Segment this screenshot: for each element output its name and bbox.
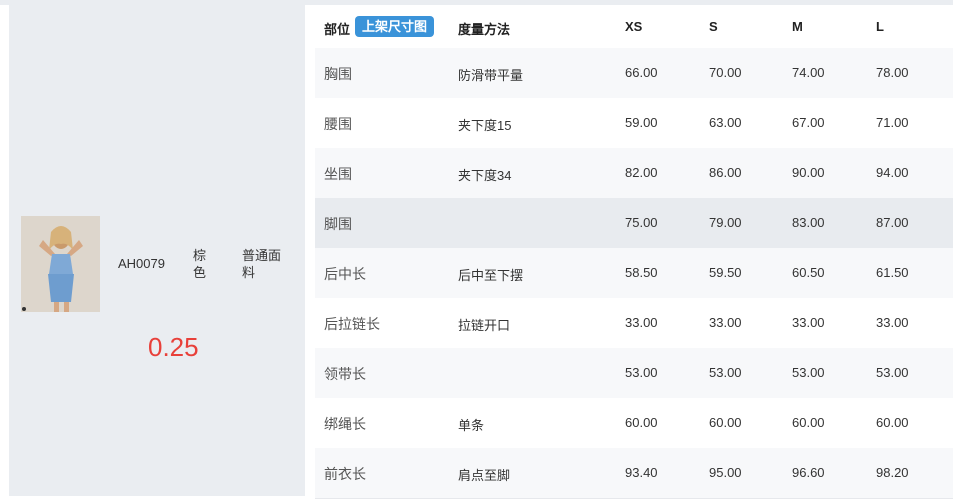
row-l: 94.00 [876,165,909,180]
header-xs: XS [625,19,643,34]
header-l: L [876,19,884,34]
row-m: 33.00 [792,315,825,330]
row-method: 肩点至脚 [458,468,511,483]
fabric-label: 普通面料 [242,248,282,280]
photo-indicator-dot [22,307,26,311]
row-part: 脚围 [324,216,352,232]
table-row: 脚围 75.00 79.00 83.00 87.00 [315,198,953,249]
color-label: 棕色 [193,248,207,280]
row-xs: 58.50 [625,265,658,280]
row-xs: 33.00 [625,315,658,330]
row-part: 腰围 [324,116,352,132]
row-s: 79.00 [709,215,742,230]
row-method: 防滑带平量 [458,68,524,83]
row-s: 63.00 [709,115,742,130]
row-xs: 53.00 [625,365,658,380]
row-method: 夹下度34 [458,168,512,183]
row-part: 后拉链长 [324,316,380,332]
row-part: 胸围 [324,66,352,82]
row-method: 后中至下摆 [458,268,524,283]
row-part: 绑绳长 [324,416,366,432]
row-m: 60.50 [792,265,825,280]
table-row: 后拉链长 拉链开口 33.00 33.00 33.00 33.00 [315,298,953,349]
table-row: 绑绳长 单条 60.00 60.00 60.00 60.00 [315,398,953,449]
product-photo[interactable] [21,216,100,312]
row-m: 53.00 [792,365,825,380]
row-method: 夹下度15 [458,118,512,133]
row-part: 后中长 [324,266,366,282]
header-part: 部位 [324,22,351,37]
row-s: 86.00 [709,165,742,180]
row-l: 60.00 [876,415,909,430]
row-l: 53.00 [876,365,909,380]
row-xs: 59.00 [625,115,658,130]
header-s: S [709,19,718,34]
model-figure-icon [21,216,100,312]
row-s: 33.00 [709,315,742,330]
row-s: 60.00 [709,415,742,430]
header-m: M [792,19,803,34]
row-l: 71.00 [876,115,909,130]
row-l: 98.20 [876,465,909,480]
row-m: 83.00 [792,215,825,230]
ratio-value: 0.25 [148,332,199,362]
row-l: 87.00 [876,215,909,230]
table-row: 领带长 53.00 53.00 53.00 53.00 [315,348,953,399]
row-m: 90.00 [792,165,825,180]
row-s: 95.00 [709,465,742,480]
row-xs: 93.40 [625,465,658,480]
table-row: 腰围 夹下度15 59.00 63.00 67.00 71.00 [315,98,953,149]
row-part: 前衣长 [324,466,366,482]
row-s: 53.00 [709,365,742,380]
row-l: 78.00 [876,65,909,80]
row-method: 拉链开口 [458,318,511,333]
row-xs: 75.00 [625,215,658,230]
header-method: 度量方法 [458,22,511,37]
row-xs: 60.00 [625,415,658,430]
row-l: 61.50 [876,265,909,280]
table-header: 部位 上架尺寸图 度量方法 XS S M L [315,5,953,49]
table-row: 坐围 夹下度34 82.00 86.00 90.00 94.00 [315,148,953,199]
row-xs: 82.00 [625,165,658,180]
size-chart-tag-button[interactable]: 上架尺寸图 [355,16,435,37]
row-s: 70.00 [709,65,742,80]
row-s: 59.50 [709,265,742,280]
table-row: 前衣长 肩点至脚 93.40 95.00 96.60 98.20 [315,448,953,499]
row-m: 60.00 [792,415,825,430]
row-l: 33.00 [876,315,909,330]
row-method: 单条 [458,418,485,433]
sku-code: AH0079 [118,256,165,271]
row-xs: 66.00 [625,65,658,80]
row-part: 领带长 [324,366,366,382]
table-row: 后中长 后中至下摆 58.50 59.50 60.50 61.50 [315,248,953,299]
row-part: 坐围 [324,166,352,182]
row-m: 96.60 [792,465,825,480]
row-m: 67.00 [792,115,825,130]
row-m: 74.00 [792,65,825,80]
table-row: 胸围 防滑带平量 66.00 70.00 74.00 78.00 [315,48,953,99]
